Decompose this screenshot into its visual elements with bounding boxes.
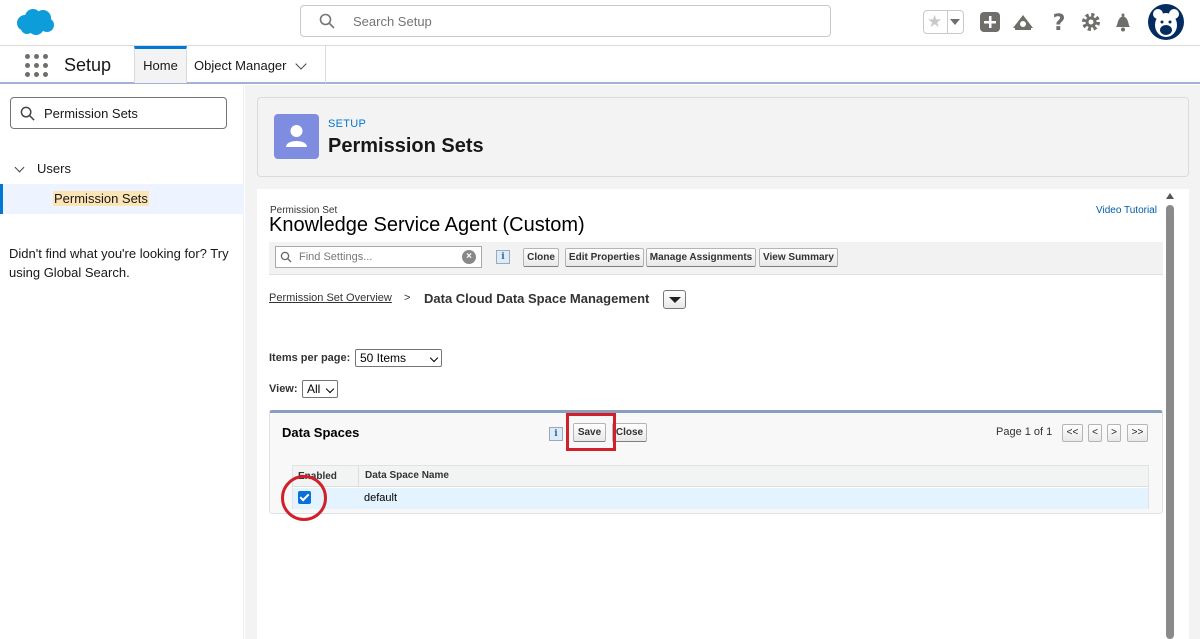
- view-label: View:: [269, 383, 298, 395]
- video-tutorial-link[interactable]: Video Tutorial: [1096, 205, 1157, 216]
- chevron-down-icon: [429, 353, 439, 363]
- annotation-highlight-checkbox: [281, 475, 327, 521]
- page-header-eyebrow: SETUP: [328, 118, 367, 130]
- favorites-button[interactable]: ★: [923, 10, 964, 34]
- items-per-page-label: Items per page:: [269, 352, 351, 364]
- breadcrumb-current: Data Cloud Data Space Management: [424, 291, 650, 306]
- sidebar-item-permission-sets[interactable]: Permission Sets: [0, 184, 244, 214]
- favorites-star-icon: ★: [927, 12, 943, 31]
- notifications-bell-icon[interactable]: [1111, 10, 1135, 34]
- tab-label: Object Manager: [194, 58, 287, 73]
- manage-assignments-button[interactable]: Manage Assignments: [646, 248, 756, 267]
- column-header-data-space-name[interactable]: Data Space Name: [359, 466, 1148, 487]
- tree-group-label: Users: [37, 161, 71, 176]
- last-page-button[interactable]: >>: [1127, 424, 1148, 442]
- help-icon[interactable]: ?: [1047, 10, 1071, 34]
- tab-object-manager[interactable]: Object Manager: [187, 46, 326, 83]
- search-placeholder: Search Setup: [353, 14, 432, 29]
- add-icon[interactable]: [978, 10, 1002, 34]
- chevron-down-icon: [325, 384, 335, 394]
- first-page-button[interactable]: <<: [1062, 424, 1083, 442]
- search-icon: [20, 106, 35, 121]
- divider: [947, 11, 948, 33]
- close-button[interactable]: Close: [612, 423, 647, 442]
- app-name: Setup: [64, 55, 112, 75]
- previous-page-button[interactable]: <: [1088, 424, 1102, 442]
- app-launcher-icon[interactable]: [25, 54, 49, 78]
- scroll-up-icon[interactable]: [1166, 193, 1174, 199]
- page-title: Permission Sets: [328, 135, 484, 157]
- annotation-highlight-save: [566, 413, 616, 451]
- bear-avatar-icon: [1153, 9, 1179, 37]
- user-icon: [274, 114, 319, 159]
- salesforce-cloud-logo[interactable]: [14, 7, 56, 37]
- view-select[interactable]: All: [302, 380, 338, 398]
- scrollbar[interactable]: [1164, 192, 1176, 639]
- view-value: All: [307, 382, 321, 396]
- next-page-button[interactable]: >: [1107, 424, 1121, 442]
- sidebar-item-label: Permission Sets: [53, 191, 149, 206]
- quick-find-value: Permission Sets: [44, 106, 138, 121]
- clone-button[interactable]: Clone: [523, 248, 559, 267]
- breadcrumb-separator: >: [404, 292, 411, 304]
- view-summary-button[interactable]: View Summary: [759, 248, 838, 267]
- user-avatar[interactable]: [1148, 4, 1184, 40]
- chevron-down-icon[interactable]: [950, 19, 960, 25]
- gear-icon[interactable]: [1079, 10, 1103, 34]
- edit-properties-button[interactable]: Edit Properties: [565, 248, 644, 267]
- table-row: [293, 488, 1148, 509]
- find-settings-placeholder: Find Settings...: [299, 251, 373, 263]
- app-navigation-bar: Setup Home Object Manager: [0, 46, 1200, 84]
- setup-sidebar: Permission Sets Users Permission Sets Di…: [0, 85, 244, 639]
- tab-home[interactable]: Home: [134, 46, 187, 83]
- page-header: SETUP Permission Sets: [257, 97, 1189, 177]
- svg-text:?: ?: [1053, 11, 1066, 34]
- quick-find-input[interactable]: Permission Sets: [10, 97, 227, 129]
- chevron-down-icon[interactable]: [295, 58, 307, 70]
- data-spaces-table: Enabled Data Space Name: [292, 465, 1149, 509]
- info-icon[interactable]: i: [496, 250, 510, 264]
- breadcrumb-permission-set-overview[interactable]: Permission Set Overview: [269, 292, 392, 304]
- clear-icon[interactable]: ×: [462, 250, 476, 264]
- search-icon: [280, 251, 292, 263]
- data-spaces-title: Data Spaces: [282, 425, 360, 440]
- permission-set-name: Knowledge Service Agent (Custom): [269, 214, 585, 236]
- items-per-page-select[interactable]: 50 Items: [355, 349, 442, 367]
- section-dropdown-button[interactable]: [663, 290, 686, 309]
- scrollbar-thumb[interactable]: [1166, 205, 1174, 639]
- data-space-name-cell: default: [364, 492, 398, 504]
- page-indicator: Page 1 of 1: [996, 426, 1053, 438]
- search-icon: [319, 13, 335, 29]
- find-settings-input[interactable]: Find Settings... ×: [275, 246, 482, 268]
- global-search-input[interactable]: Search Setup: [300, 5, 831, 37]
- trailhead-icon[interactable]: [1011, 10, 1035, 34]
- info-icon[interactable]: i: [549, 427, 563, 441]
- tree-group-users[interactable]: Users: [14, 161, 71, 176]
- items-per-page-value: 50 Items: [360, 351, 407, 365]
- chevron-down-icon[interactable]: [14, 162, 25, 173]
- global-header: Search Setup ★ ?: [0, 0, 1200, 46]
- sidebar-help-text: Didn't find what you're looking for? Try…: [9, 246, 229, 280]
